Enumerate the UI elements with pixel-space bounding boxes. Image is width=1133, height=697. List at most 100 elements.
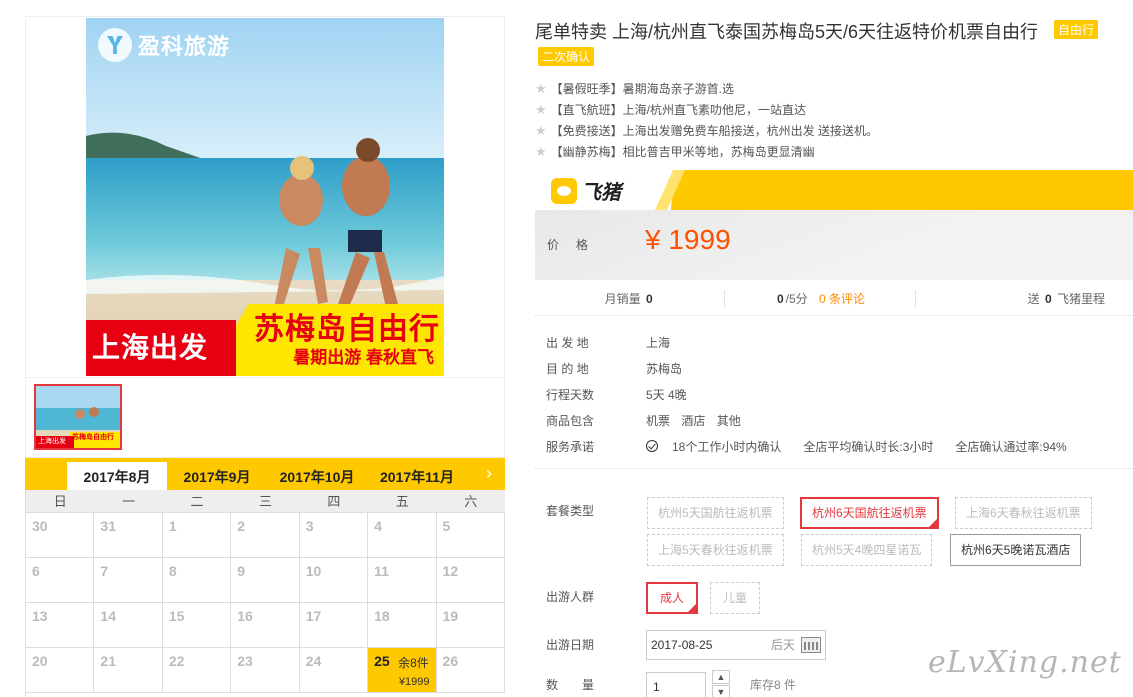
fliggy-pig-icon	[551, 177, 577, 204]
calendar-day-number: 1	[168, 518, 177, 534]
calendar-day-number: 19	[442, 608, 459, 624]
stock-text: 库存8 件	[750, 678, 797, 692]
calendar-day[interactable]: 9	[231, 558, 300, 602]
package-option-selected[interactable]: 杭州6天国航往返机票	[800, 497, 939, 529]
month-tab-1[interactable]: 2017年8月	[67, 462, 167, 490]
info-value: 苏梅岛	[646, 362, 683, 376]
calendar-day[interactable]: 8	[163, 558, 232, 602]
calendar-day-number: 10	[305, 563, 322, 579]
star-icon: ★	[535, 123, 547, 138]
calendar-day[interactable]: 21	[94, 648, 163, 692]
traveler-option-adult[interactable]: 成人	[646, 582, 699, 614]
promise-item: 全店平均确认时长:3小时	[803, 440, 934, 454]
calendar-day-number: 30	[32, 518, 48, 534]
traveler-option-child[interactable]: 儿童	[710, 582, 761, 614]
calendar-week-row: 13 14 15 16 17 18 19	[26, 603, 505, 648]
calendar-day[interactable]: 5	[437, 513, 505, 557]
feature-item: ★ 【幽静苏梅】相比普吉甲米等地，苏梅岛更显清幽	[535, 141, 878, 162]
watermark: eLvXing.net	[928, 645, 1122, 680]
calendar-day[interactable]: 12	[437, 558, 505, 602]
calendar-day[interactable]: 4	[368, 513, 437, 557]
quantity-label: 数 量	[546, 678, 595, 692]
banner-title: 苏梅岛自由行	[254, 313, 440, 346]
calendar-day[interactable]: 22	[163, 648, 232, 692]
calendar-day-number: 15	[168, 608, 185, 624]
thumb-depart-text: 上海出发	[38, 438, 66, 445]
include-item: 机票	[646, 414, 671, 428]
calendar-day-number: 18	[374, 608, 390, 624]
month-tab-2[interactable]: 2017年9月	[167, 462, 267, 490]
promise-item: 18个工作小时内确认	[672, 440, 782, 454]
calendar-day[interactable]: 3	[300, 513, 369, 557]
calendar-week-row: 30 31 1 2 3 4 5	[26, 513, 505, 558]
info-label: 服务承诺	[546, 440, 595, 454]
tag-independent-travel: 自由行	[1054, 20, 1099, 39]
calendar-day[interactable]: 18	[368, 603, 437, 647]
price-panel: 飞猪 价格 ¥ 1999	[535, 170, 1133, 280]
calendar-day-number: 7	[100, 563, 109, 579]
travel-date-day: 后天	[770, 638, 795, 652]
calendar-day[interactable]: 7	[94, 558, 163, 602]
thumbnail-1[interactable]: 上海出发 苏梅岛自由行	[34, 384, 122, 450]
weekday-fri: 五	[395, 494, 409, 509]
weekday-header: 日 一 二 三 四 五 六	[26, 490, 505, 513]
calendar-day[interactable]: 20	[26, 648, 95, 692]
calendar-icon[interactable]	[801, 637, 821, 653]
calendar-day[interactable]: 2	[231, 513, 300, 557]
info-label: 商品包含	[546, 414, 595, 428]
calendar-day-number: 23	[237, 653, 253, 669]
calendar-day[interactable]: 30	[26, 513, 95, 557]
star-icon: ★	[535, 81, 547, 96]
travel-date-input[interactable]: 2017-08-25 后天	[646, 630, 826, 660]
thumbnail-strip: 上海出发 苏梅岛自由行	[25, 378, 505, 458]
calendar-day[interactable]: 11	[368, 558, 437, 602]
info-value: 18个工作小时内确认 全店平均确认时长:3小时 全店确认通过率:94%	[646, 438, 1081, 464]
calendar-day[interactable]: 23	[231, 648, 300, 692]
calendar-day[interactable]: 24	[300, 648, 369, 692]
yingke-logo-icon	[98, 28, 132, 62]
calendar-day[interactable]: 31	[94, 513, 163, 557]
quantity-down-icon[interactable]: ▼	[712, 685, 730, 697]
info-label: 行程天数	[546, 388, 595, 402]
departure-calendar: 2017年8月 2017年9月 2017年10月 2017年11月 › 日 一 …	[25, 458, 505, 697]
calendar-day-selected[interactable]: 25 余8件 ¥1999	[368, 648, 437, 692]
calendar-day[interactable]: 13	[26, 603, 95, 647]
price-label: 价格	[547, 238, 606, 252]
star-icon: ★	[535, 144, 547, 159]
calendar-day[interactable]: 17	[300, 603, 369, 647]
calendar-day[interactable]: 14	[94, 603, 163, 647]
quantity-input[interactable]: 1	[646, 672, 706, 697]
package-option[interactable]: 杭州6天5晚诺瓦酒店	[950, 534, 1082, 566]
calendar-day[interactable]: 6	[26, 558, 95, 602]
package-option[interactable]: 杭州5天4晚四星诺瓦	[801, 534, 933, 566]
calendar-day-number: 25	[374, 653, 390, 669]
month-tab-4[interactable]: 2017年11月	[367, 462, 467, 490]
feature-item: ★ 【直飞航班】上海/杭州直飞素叻他尼，一站直达	[535, 99, 878, 120]
reviews-link[interactable]: 0 条评论	[819, 292, 865, 306]
feature-text: 【暑假旺季】暑期海岛亲子游首.选	[550, 82, 734, 96]
divider	[535, 468, 1133, 469]
calendar-day[interactable]: 15	[163, 603, 232, 647]
info-row-destination: 目 的 地 苏梅岛	[546, 360, 1081, 386]
calendar-day[interactable]: 16	[231, 603, 300, 647]
calendar-day-number: 5	[442, 518, 451, 534]
calendar-day[interactable]: 1	[163, 513, 232, 557]
calendar-day[interactable]: 10	[300, 558, 369, 602]
weekday-wed: 三	[258, 494, 272, 509]
package-option[interactable]: 杭州5天国航往返机票	[647, 497, 784, 529]
banner-subtitle: 暑期出游 春秋直飞	[293, 348, 434, 367]
next-month-icon[interactable]: ›	[481, 462, 497, 484]
calendar-day[interactable]: 19	[437, 603, 505, 647]
month-tab-3[interactable]: 2017年10月	[267, 462, 367, 490]
feature-text: 【免费接送】上海出发赠免费车船接送，杭州出发 送接送机。	[550, 124, 878, 138]
info-label: 出 发 地	[546, 336, 589, 350]
mileage-prefix: 送	[1027, 291, 1040, 306]
brand-logo-text: 盈科旅游	[138, 34, 231, 59]
brand-logo: 盈科旅游	[98, 28, 230, 62]
package-option[interactable]: 上海6天春秋往返机票	[955, 497, 1092, 529]
quantity-up-icon[interactable]: ▲	[712, 670, 730, 684]
package-option[interactable]: 上海5天春秋往返机票	[647, 534, 784, 566]
travel-date-value: 2017-08-25	[651, 638, 713, 652]
main-product-image[interactable]: 盈科旅游 上海出发 苏梅岛自由行 暑期出游 春秋直飞	[86, 18, 444, 376]
calendar-day[interactable]: 26	[437, 648, 505, 692]
